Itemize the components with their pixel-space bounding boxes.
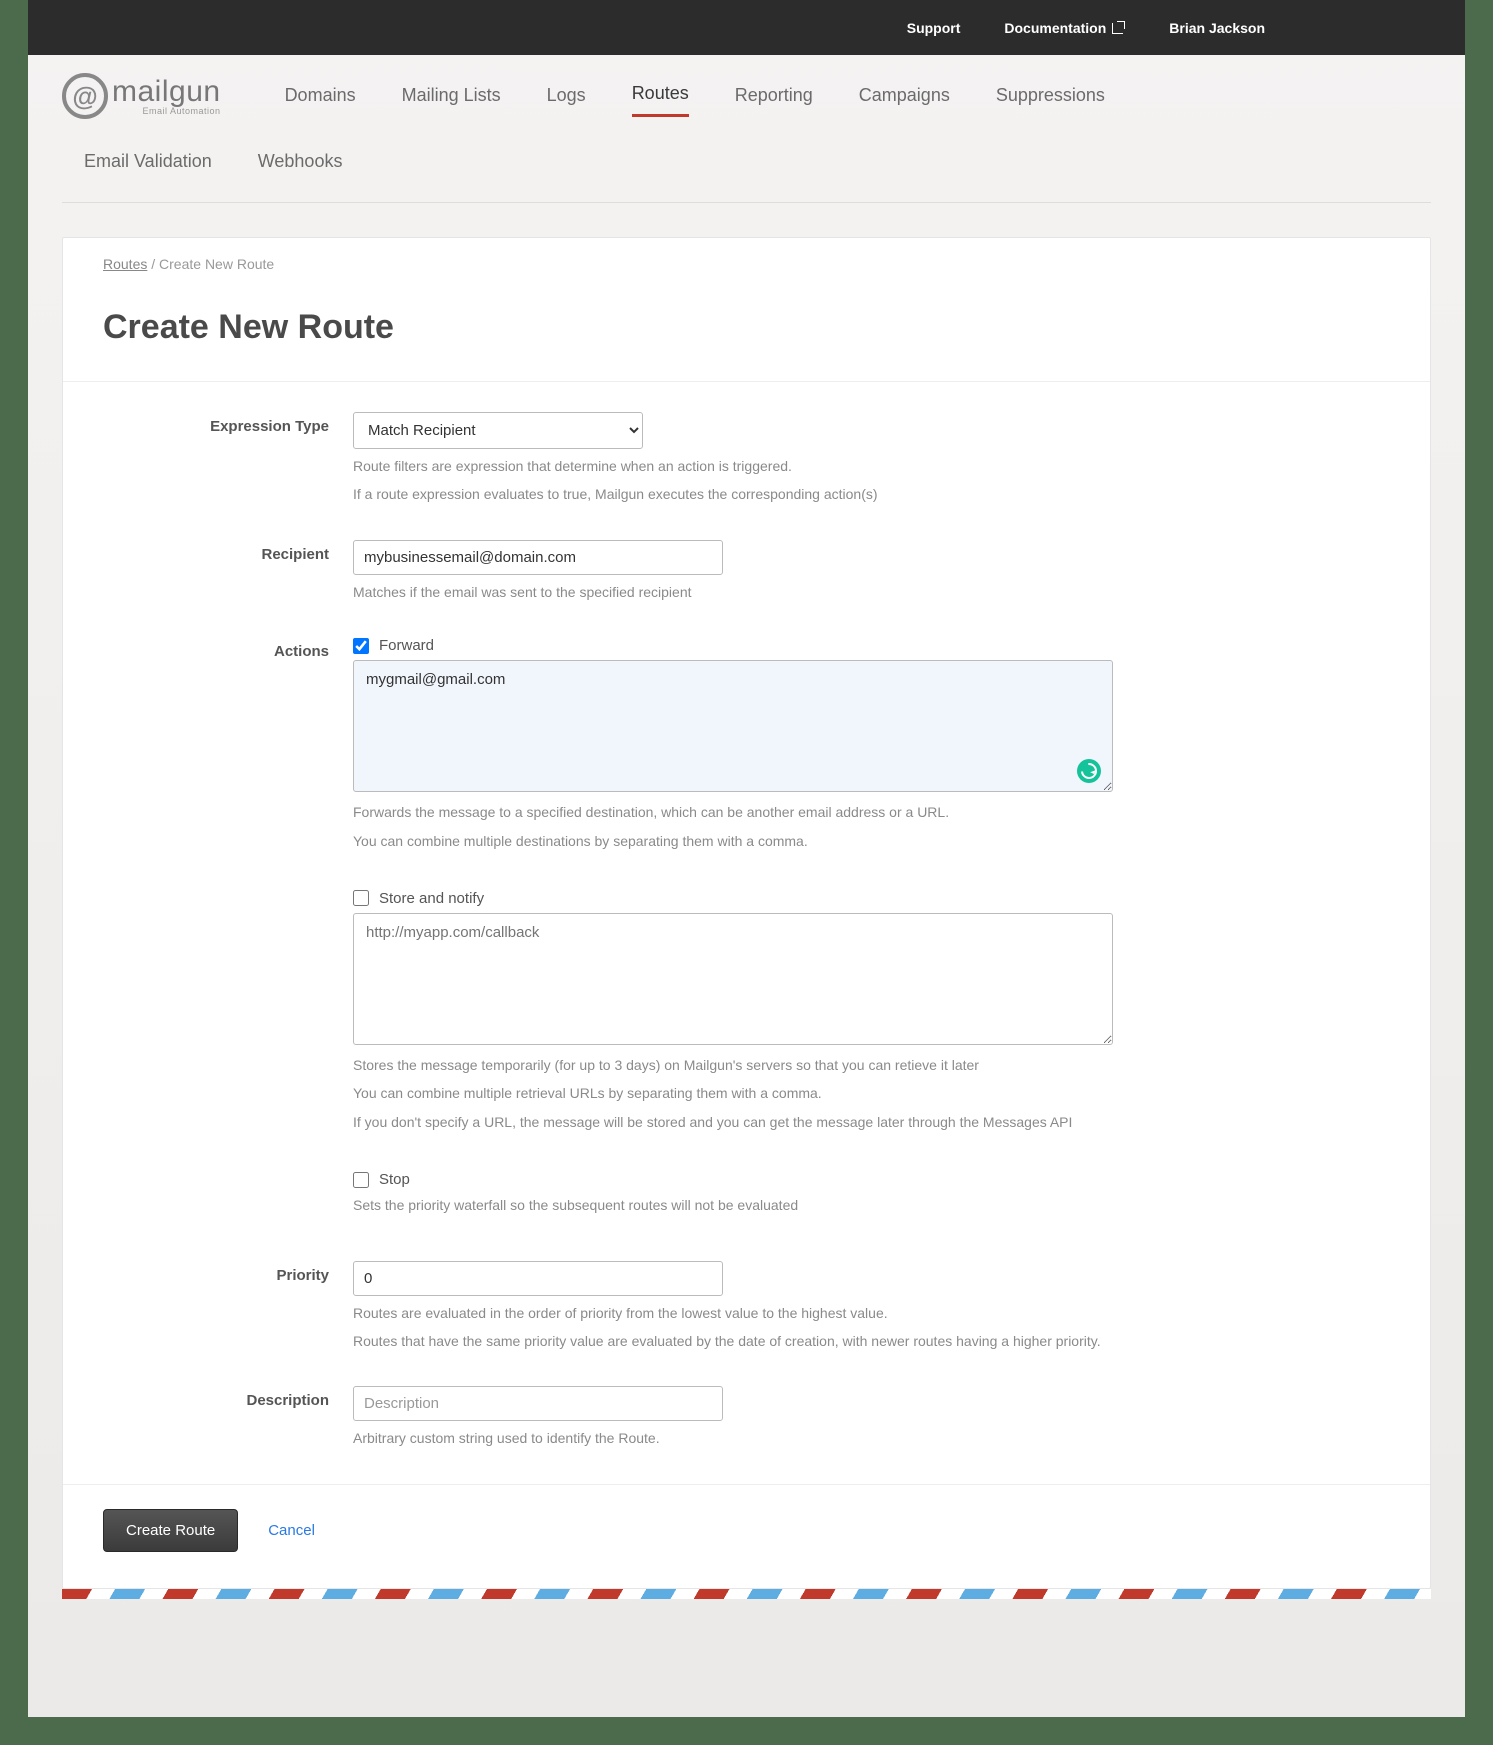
page-title: Create New Route <box>63 290 1430 381</box>
create-route-button[interactable]: Create Route <box>103 1509 238 1552</box>
recipient-input[interactable] <box>353 540 723 575</box>
user-menu[interactable]: Brian Jackson <box>1169 20 1265 36</box>
forward-label: Forward <box>379 637 434 654</box>
route-form: Expression Type Match Recipient Route fi… <box>63 382 1430 1450</box>
expression-type-help-1: Route filters are expression that determ… <box>353 455 1113 477</box>
documentation-link[interactable]: Documentation <box>1004 20 1125 36</box>
stop-help: Sets the priority waterfall so the subse… <box>353 1194 1113 1216</box>
content-card: Routes / Create New Route Create New Rou… <box>62 237 1431 1589</box>
priority-label: Priority <box>103 1261 353 1353</box>
nav-reporting[interactable]: Reporting <box>735 77 813 116</box>
topbar: Support Documentation Brian Jackson <box>28 0 1465 55</box>
expression-type-label: Expression Type <box>103 412 353 506</box>
logo-name: mailgun <box>112 77 221 107</box>
expression-type-select[interactable]: Match Recipient <box>353 412 643 449</box>
store-action: Store and notify Stores the message temp… <box>353 890 1113 1133</box>
breadcrumb-separator: / <box>151 256 159 272</box>
nav-mailing-lists[interactable]: Mailing Lists <box>402 77 501 116</box>
main-nav: @ mailgun Email Automation Domains Maili… <box>28 55 1465 203</box>
logo[interactable]: @ mailgun Email Automation <box>62 73 221 119</box>
nav-email-validation[interactable]: Email Validation <box>84 143 212 182</box>
stop-checkbox[interactable] <box>353 1172 369 1188</box>
stop-label: Stop <box>379 1171 410 1188</box>
nav-logs[interactable]: Logs <box>547 77 586 116</box>
nav-webhooks[interactable]: Webhooks <box>258 143 343 182</box>
nav-suppressions[interactable]: Suppressions <box>996 77 1105 116</box>
nav-routes[interactable]: Routes <box>632 75 689 117</box>
priority-input[interactable] <box>353 1261 723 1296</box>
description-input[interactable] <box>353 1386 723 1421</box>
app-frame: Support Documentation Brian Jackson @ ma… <box>28 0 1465 1717</box>
forward-textarea[interactable]: mygmail@gmail.com <box>353 660 1113 792</box>
store-help-3: If you don't specify a URL, the message … <box>353 1111 1113 1133</box>
logo-tagline: Email Automation <box>112 107 221 116</box>
stop-action: Stop Sets the priority waterfall so the … <box>353 1171 1113 1216</box>
priority-help-1: Routes are evaluated in the order of pri… <box>353 1302 1113 1324</box>
description-label: Description <box>103 1386 353 1449</box>
description-help: Arbitrary custom string used to identify… <box>353 1427 1113 1449</box>
documentation-label: Documentation <box>1004 20 1106 36</box>
actions-label: Actions <box>103 637 353 1226</box>
expression-type-help-2: If a route expression evaluates to true,… <box>353 483 1113 505</box>
form-footer: Create Route Cancel <box>63 1484 1430 1588</box>
priority-help-2: Routes that have the same priority value… <box>353 1330 1113 1352</box>
store-help-1: Stores the message temporarily (for up t… <box>353 1054 1113 1076</box>
forward-help-2: You can combine multiple destinations by… <box>353 830 1113 852</box>
breadcrumb-parent[interactable]: Routes <box>103 256 147 272</box>
recipient-help: Matches if the email was sent to the spe… <box>353 581 1113 603</box>
nav-campaigns[interactable]: Campaigns <box>859 77 950 116</box>
store-label: Store and notify <box>379 890 484 907</box>
forward-help-1: Forwards the message to a specified dest… <box>353 801 1113 823</box>
support-link[interactable]: Support <box>907 20 961 36</box>
airmail-stripe <box>62 1589 1431 1599</box>
store-checkbox[interactable] <box>353 890 369 906</box>
grammarly-icon[interactable] <box>1077 759 1101 783</box>
nav-domains[interactable]: Domains <box>285 77 356 116</box>
store-help-2: You can combine multiple retrieval URLs … <box>353 1082 1113 1104</box>
breadcrumb-current: Create New Route <box>159 256 274 272</box>
forward-action: Forward mygmail@gmail.com Forwards the m… <box>353 637 1113 852</box>
forward-checkbox[interactable] <box>353 638 369 654</box>
store-textarea[interactable] <box>353 913 1113 1045</box>
breadcrumb: Routes / Create New Route <box>63 238 1430 290</box>
at-icon: @ <box>62 73 108 119</box>
external-link-icon <box>1112 21 1125 34</box>
cancel-link[interactable]: Cancel <box>268 1522 315 1539</box>
recipient-label: Recipient <box>103 540 353 603</box>
